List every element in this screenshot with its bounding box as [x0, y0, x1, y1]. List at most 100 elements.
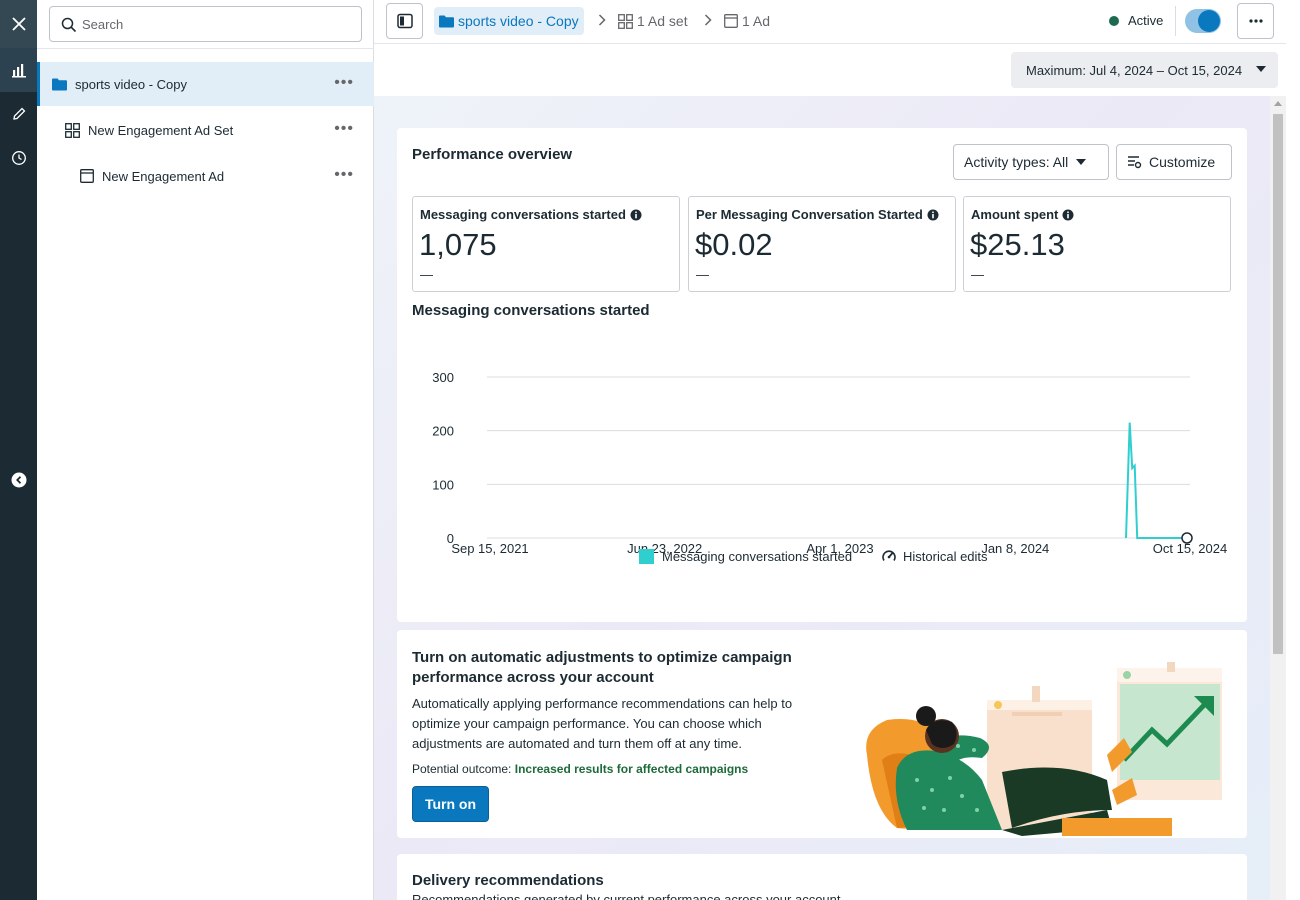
card-title: Performance overview: [412, 146, 573, 163]
caret-down-icon: [1076, 159, 1087, 165]
series-line: [1125, 422, 1190, 539]
clock-icon[interactable]: [0, 136, 37, 180]
metric-card: Amount spent $25.13 —: [963, 196, 1231, 292]
legend-label: Historical edits: [903, 548, 988, 564]
status-dot: [1109, 16, 1119, 26]
metric-value: $25.13: [970, 227, 1065, 262]
turn-on-button[interactable]: Turn on: [412, 786, 489, 822]
more-icon: [1248, 19, 1263, 23]
scrollbar[interactable]: [1270, 96, 1286, 900]
more-options-icon[interactable]: •••: [334, 75, 354, 91]
metric-label: Per Messaging Conversation Started: [696, 207, 923, 222]
outcome-prefix: Potential outcome:: [412, 762, 512, 776]
card-title: Turn on automatic adjustments to optimiz…: [412, 649, 792, 686]
scrollbar-thumb[interactable]: [1273, 114, 1283, 654]
grid-icon: [65, 122, 80, 138]
activity-types-dropdown[interactable]: Activity types: All: [953, 144, 1109, 180]
divider: [1175, 6, 1176, 36]
info-icon[interactable]: [927, 209, 939, 221]
y-tick-label: 200: [432, 424, 454, 439]
active-toggle[interactable]: [1185, 9, 1221, 33]
scroll-up-icon[interactable]: [1274, 101, 1282, 106]
delivery-recommendations-card: Delivery recommendations Recommendations…: [397, 854, 1247, 900]
settings-sliders-icon: [1127, 155, 1142, 169]
legend-item[interactable]: Messaging conversations started: [639, 546, 852, 566]
caret-down-icon: [1256, 66, 1266, 72]
tree-item-campaign[interactable]: sports video - Copy •••: [37, 62, 374, 106]
line-chart: 0100200300Sep 15, 2021 Jun 23, 2022 Apr 1,…: [432, 370, 1227, 556]
breadcrumb-campaign[interactable]: sports video - Copy: [434, 7, 584, 35]
legend-swatch: [639, 548, 654, 564]
customize-button[interactable]: Customize: [1116, 144, 1232, 180]
x-tick-label: Oct 15, 2024: [1153, 541, 1227, 556]
y-tick-label: 300: [432, 370, 454, 385]
more-options-icon[interactable]: •••: [334, 167, 354, 183]
activity-types-label: Activity types: All: [964, 154, 1069, 170]
search-box[interactable]: [49, 6, 362, 42]
card-title: Delivery recommendations: [412, 872, 604, 889]
info-icon[interactable]: [1062, 209, 1074, 221]
date-range-picker[interactable]: Maximum: Jul 4, 2024 – Oct 15, 2024: [1011, 52, 1278, 88]
tree-item-ad[interactable]: New Engagement Ad •••: [37, 154, 374, 198]
automatic-adjustments-card: Turn on automatic adjustments to optimiz…: [397, 630, 1247, 838]
info-icon[interactable]: [630, 209, 642, 221]
legend-item[interactable]: Historical edits: [881, 546, 988, 566]
more-options-button[interactable]: [1237, 3, 1274, 39]
window-edge: [1286, 0, 1300, 900]
x-tick-label: Jan 8, 2024: [981, 541, 1049, 556]
grid-icon: [618, 13, 633, 29]
y-tick-label: 100: [432, 477, 454, 492]
divider: [37, 48, 374, 49]
legend-label: Messaging conversations started: [662, 548, 853, 564]
metric-label: Amount spent: [971, 207, 1059, 222]
chart-title: Messaging conversations started: [412, 302, 650, 319]
date-range-label: Maximum: Jul 4, 2024 – Oct 15, 2024: [1026, 62, 1243, 78]
x-tick-label: Sep 15, 2021: [451, 541, 528, 556]
folder-icon: [439, 15, 454, 28]
campaign-tree-panel: sports video - Copy ••• New Engagement A…: [37, 0, 374, 900]
sidebar-icon: [396, 13, 413, 29]
metric-delta: —: [971, 267, 984, 282]
breadcrumb-ad[interactable]: 1 Ad: [724, 7, 770, 35]
close-icon[interactable]: [0, 0, 37, 48]
tree-item-label: sports video - Copy: [75, 76, 187, 92]
metric-card: Per Messaging Conversation Started $0.02…: [688, 196, 956, 292]
toggle-panel-button[interactable]: [386, 3, 423, 39]
metric-delta: —: [696, 267, 709, 282]
ad-icon: [724, 14, 738, 28]
header-bar: sports video - Copy 1 Ad set 1 Ad Active: [374, 0, 1300, 44]
bar-chart-icon[interactable]: [0, 48, 37, 92]
metric-value: $0.02: [695, 227, 773, 262]
ad-icon: [80, 169, 94, 183]
tree-item-label: New Engagement Ad Set: [88, 122, 234, 138]
customize-label: Customize: [1149, 154, 1216, 170]
status-label: Active: [1128, 13, 1164, 28]
chevron-left-icon[interactable]: [0, 458, 37, 502]
relaxing-person-illustration: [866, 662, 1222, 836]
card-body: Automatically applying performance recom…: [412, 696, 793, 751]
main-content: Performance overview Activity types: All…: [374, 96, 1270, 900]
tree-item-ad-set[interactable]: New Engagement Ad Set •••: [37, 108, 374, 152]
metric-delta: —: [420, 267, 433, 282]
search-icon: [61, 17, 77, 33]
pencil-icon[interactable]: [0, 92, 37, 136]
breadcrumb-label: sports video - Copy: [458, 13, 579, 29]
search-input[interactable]: [82, 7, 352, 41]
folder-icon: [52, 78, 67, 91]
left-rail: [0, 0, 37, 900]
more-options-icon[interactable]: •••: [334, 121, 354, 137]
tree-item-label: New Engagement Ad: [102, 168, 225, 184]
breadcrumb-label: 1 Ad set: [637, 13, 688, 29]
breadcrumb-ad-set[interactable]: 1 Ad set: [618, 7, 688, 35]
metric-card: Messaging conversations started 1,075 —: [412, 196, 680, 292]
outcome-value: Increased results for affected campaigns: [514, 762, 749, 776]
chevron-right-icon: [704, 14, 712, 26]
metric-value: 1,075: [419, 227, 497, 262]
potential-outcome: Potential outcome: Increased results for…: [412, 762, 748, 776]
breadcrumb-label: 1 Ad: [742, 13, 771, 29]
chevron-right-icon: [598, 14, 606, 26]
gauge-icon: [881, 548, 897, 564]
historical-edit-marker: [1181, 532, 1193, 544]
date-row: Maximum: Jul 4, 2024 – Oct 15, 2024: [374, 45, 1284, 95]
performance-overview-card: Performance overview Activity types: All…: [397, 128, 1247, 622]
